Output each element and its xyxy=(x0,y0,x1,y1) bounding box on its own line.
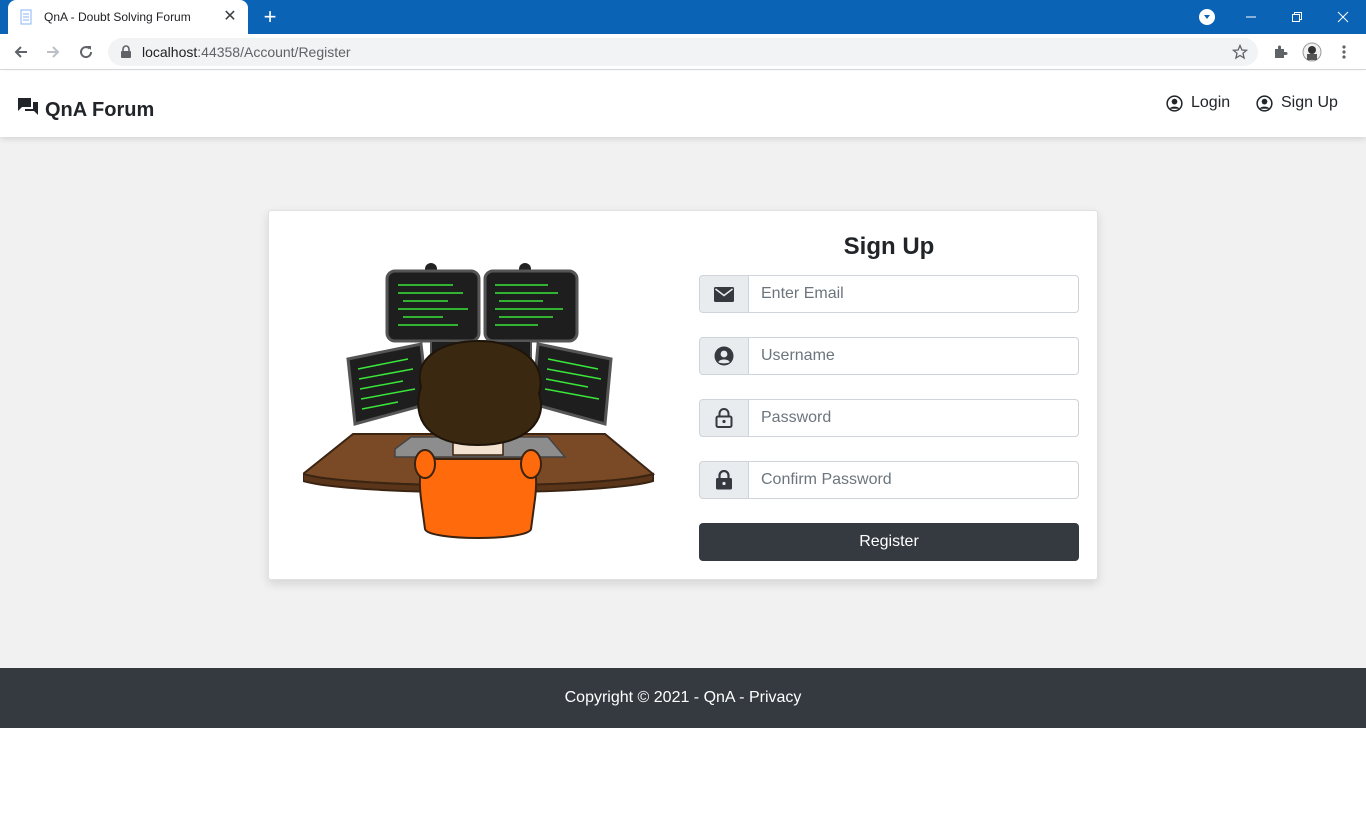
tab-title: QnA - Doubt Solving Forum xyxy=(44,10,191,24)
puzzle-icon[interactable] xyxy=(1268,40,1292,64)
username-field[interactable] xyxy=(749,337,1079,375)
restore-icon[interactable] xyxy=(1274,0,1320,34)
address-bar[interactable]: localhost:44358/Account/Register xyxy=(108,38,1258,66)
login-link[interactable]: Login xyxy=(1166,94,1230,112)
confirm-password-field[interactable] xyxy=(749,461,1079,499)
chat-bubbles-icon xyxy=(18,97,38,115)
brand-link[interactable]: QnA Forum xyxy=(17,91,154,122)
user-circle-icon xyxy=(1166,94,1183,112)
brand-name: QnA Forum xyxy=(45,99,155,121)
star-icon[interactable] xyxy=(1232,44,1248,60)
close-icon[interactable]: ✕ xyxy=(222,9,238,25)
privacy-link[interactable]: Privacy xyxy=(749,689,801,707)
document-icon xyxy=(20,9,32,25)
lock-icon xyxy=(699,461,749,499)
password-field[interactable] xyxy=(749,399,1079,437)
site-navbar: QnA Forum Login Sign Up xyxy=(0,71,1366,137)
username-group xyxy=(699,337,1079,375)
lock-open-icon xyxy=(699,399,749,437)
plus-icon[interactable]: + xyxy=(258,5,282,29)
avatar[interactable] xyxy=(1300,40,1324,64)
reload-icon[interactable] xyxy=(74,40,98,64)
form-title: Sign Up xyxy=(843,233,935,260)
main-content: Sign Up Enter Email Username Register xyxy=(0,137,1366,668)
user-circle-icon xyxy=(699,337,749,375)
forward-arrow-icon[interactable] xyxy=(41,40,65,64)
browser-tab-bar: QnA - Doubt Solving Forum ✕ + xyxy=(0,0,1366,34)
copyright-text: Copyright © 2021 - QnA - xyxy=(564,689,745,706)
email-group xyxy=(699,275,1079,313)
programmer-illustration xyxy=(303,263,655,539)
lock-icon xyxy=(121,45,131,58)
close-window-icon[interactable] xyxy=(1320,0,1366,34)
envelope-icon xyxy=(699,275,749,313)
site-footer: Copyright © 2021 - QnA - Privacy xyxy=(0,668,1366,728)
confirm-password-group xyxy=(699,461,1079,499)
signup-card: Sign Up Enter Email Username Register xyxy=(268,210,1098,580)
chevron-down-icon[interactable] xyxy=(1199,9,1215,25)
minimize-icon[interactable] xyxy=(1228,0,1274,34)
kebab-menu-icon[interactable] xyxy=(1332,40,1356,64)
browser-toolbar: localhost:44358/Account/Register xyxy=(0,34,1366,70)
password-group xyxy=(699,399,1079,437)
signup-link[interactable]: Sign Up xyxy=(1256,94,1338,112)
back-arrow-icon[interactable] xyxy=(9,40,33,64)
browser-tab[interactable]: QnA - Doubt Solving Forum ✕ xyxy=(8,0,248,34)
register-button[interactable]: Register xyxy=(699,523,1079,561)
url-text: localhost:44358/Account/Register xyxy=(142,44,351,60)
user-circle-icon xyxy=(1256,94,1273,112)
email-field[interactable] xyxy=(749,275,1079,313)
